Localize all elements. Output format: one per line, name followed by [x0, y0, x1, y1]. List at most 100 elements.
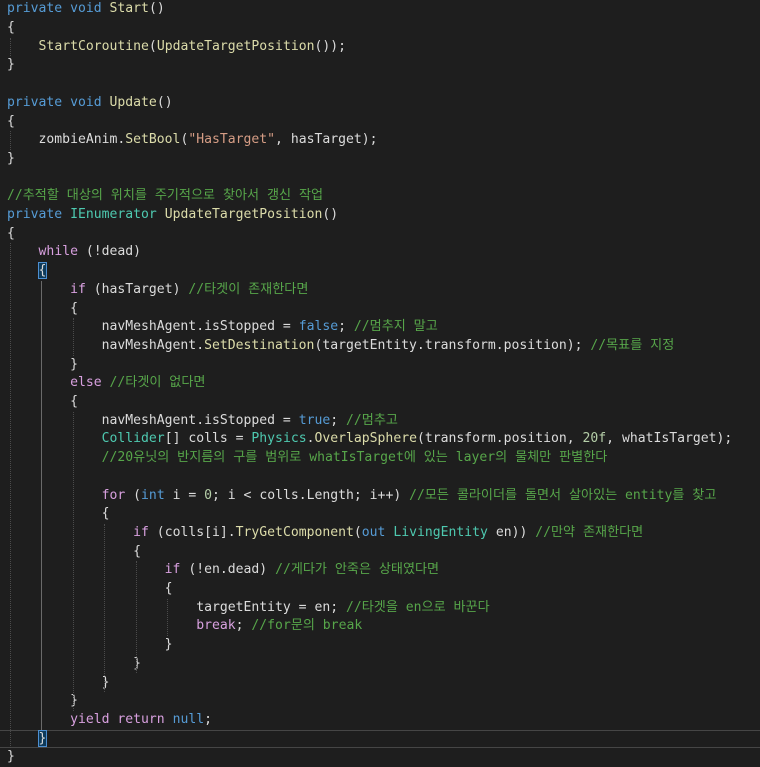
code-line[interactable]: } — [0, 150, 760, 169]
code-token: targetEntity = en; — [7, 599, 346, 615]
code-token: } — [7, 57, 15, 73]
code-token: else — [70, 375, 102, 391]
code-line[interactable]: } — [0, 655, 760, 674]
code-line[interactable]: if (colls[i].TryGetComponent(out LivingE… — [0, 524, 760, 543]
code-line[interactable] — [0, 75, 760, 94]
code-token: Start — [109, 1, 149, 17]
code-token: Collider — [101, 431, 165, 447]
code-line[interactable]: } — [0, 674, 760, 693]
code-token: break — [196, 618, 236, 634]
indent-guide — [72, 411, 74, 711]
code-comment: //20유닛의 반지름의 구를 범위로 whatIsTarget에 있는 lay… — [101, 450, 608, 466]
code-line[interactable]: StartCoroutine(UpdateTargetPosition()); — [0, 38, 760, 57]
code-token: ; — [338, 319, 354, 335]
code-token: TryGetComponent — [235, 524, 354, 540]
code-token: return — [117, 711, 165, 727]
code-line[interactable]: { — [0, 300, 760, 319]
code-line[interactable]: { — [0, 505, 760, 524]
code-line[interactable]: //추적할 대상의 위치를 주기적으로 찾아서 갱신 작업 — [0, 187, 760, 206]
code-token: (!dead) — [77, 244, 142, 260]
code-token: } — [7, 356, 78, 372]
code-token: , whatIsTarget); — [606, 431, 733, 447]
code-line[interactable] — [0, 468, 760, 487]
code-token: ( — [353, 524, 362, 540]
code-token: void — [70, 1, 102, 17]
code-line[interactable]: targetEntity = en; //타겟을 en으로 바꾼다 — [0, 599, 760, 618]
code-token: Physics — [251, 431, 307, 447]
code-token: for — [101, 487, 126, 503]
code-token: false — [298, 319, 339, 335]
code-line[interactable]: private IEnumerator UpdateTargetPosition… — [0, 206, 760, 225]
code-token: } — [7, 150, 15, 166]
code-line[interactable]: private void Start() — [0, 0, 760, 19]
code-token: { — [7, 113, 15, 129]
code-token: if — [133, 524, 149, 540]
indent-guide — [72, 318, 74, 356]
code-token: { — [7, 506, 110, 522]
code-line[interactable]: if (!en.dead) //게다가 안죽은 상태였다면 — [0, 561, 760, 580]
code-line[interactable]: else //타겟이 없다면 — [0, 374, 760, 393]
code-line[interactable]: } — [0, 748, 760, 767]
code-line[interactable]: //20유닛의 반지름의 구를 범위로 whatIsTarget에 있는 lay… — [0, 449, 760, 468]
code-token: } — [7, 749, 15, 765]
code-token: IEnumerator — [70, 207, 157, 222]
code-line[interactable]: for (int i = 0; i < colls.Length; i++) /… — [0, 487, 760, 506]
code-token: int — [141, 487, 165, 503]
code-line[interactable] — [0, 169, 760, 188]
code-token: StartCoroutine — [38, 38, 149, 54]
code-token: null — [172, 711, 205, 727]
code-token: { — [7, 225, 15, 241]
code-line[interactable]: { — [0, 580, 760, 599]
indent-guide — [10, 37, 11, 57]
code-token: true — [298, 412, 331, 428]
code-token: UpdateTargetPosition — [164, 207, 323, 222]
code-line[interactable]: while (!dead) — [0, 243, 760, 262]
code-line[interactable]: } — [0, 356, 760, 375]
code-line[interactable]: Collider[] colls = Physics.OverlapSphere… — [0, 430, 760, 449]
indent-guide — [10, 131, 11, 150]
code-line[interactable]: { — [0, 225, 760, 244]
code-line[interactable]: } — [0, 729, 760, 749]
code-token: { — [7, 394, 78, 409]
code-line[interactable]: yield return null; — [0, 711, 760, 730]
code-token: i = — [164, 487, 205, 503]
code-line[interactable]: } — [0, 56, 760, 75]
code-line[interactable]: { — [0, 543, 760, 562]
code-token: en)) — [487, 524, 536, 540]
code-comment: //목표를 지정 — [590, 337, 675, 353]
code-line[interactable]: navMeshAgent.SetDestination(targetEntity… — [0, 337, 760, 356]
code-line[interactable]: break; //for문의 break — [0, 617, 760, 636]
indent-guide — [10, 243, 11, 749]
code-line[interactable]: navMeshAgent.isStopped = false; //멈추지 말고 — [0, 318, 760, 337]
code-line[interactable]: zombieAnim.SetBool("HasTarget", hasTarge… — [0, 131, 760, 150]
code-token: void — [70, 94, 102, 110]
code-line[interactable]: if (hasTarget) //타겟이 존재한다면 — [0, 281, 760, 300]
indent-guide — [104, 523, 106, 693]
code-line[interactable]: { — [0, 262, 760, 281]
code-comment: //타겟을 en으로 바꾼다 — [345, 599, 490, 615]
code-token: yield — [70, 711, 110, 727]
code-line[interactable]: { — [0, 393, 760, 412]
code-comment: //게다가 안죽은 상태였다면 — [275, 562, 440, 578]
code-line[interactable]: navMeshAgent.isStopped = true; //멈추고 — [0, 412, 760, 431]
code-comment: //멈추고 — [346, 412, 398, 428]
code-token: 20f — [582, 431, 607, 447]
code-comment: //타겟이 존재한다면 — [188, 281, 309, 297]
code-line[interactable]: { — [0, 113, 760, 132]
code-line[interactable]: } — [0, 636, 760, 655]
code-editor[interactable]: private void Start(){ StartCoroutine(Upd… — [0, 0, 760, 767]
code-line[interactable]: { — [0, 19, 760, 38]
code-line[interactable]: } — [0, 692, 760, 711]
code-line[interactable]: private void Update() — [0, 94, 760, 113]
